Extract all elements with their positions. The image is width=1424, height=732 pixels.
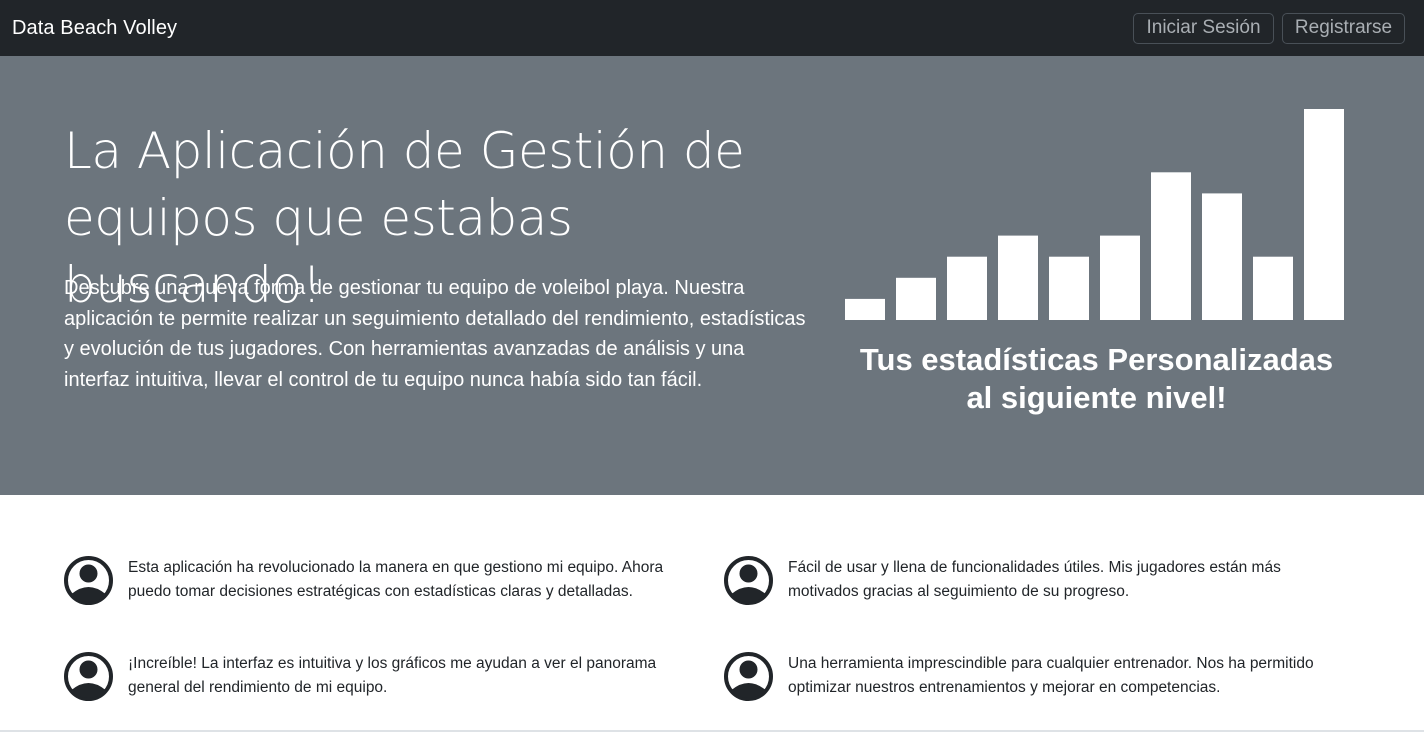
register-button[interactable]: Registrarse bbox=[1282, 12, 1405, 44]
user-avatar-icon bbox=[64, 556, 113, 605]
user-avatar-icon bbox=[64, 652, 113, 701]
stats-bar-chart bbox=[845, 108, 1345, 320]
testimonial-text: Esta aplicación ha revolucionado la mane… bbox=[128, 559, 664, 600]
user-avatar-icon bbox=[724, 652, 773, 701]
testimonials-section: Esta aplicación ha revolucionado la mane… bbox=[0, 495, 1424, 732]
testimonial-text: ¡Increíble! La interfaz es intuitiva y l… bbox=[128, 655, 657, 696]
chart-bar bbox=[1049, 256, 1089, 320]
chart-bar bbox=[1151, 172, 1191, 320]
chart-bar bbox=[1202, 193, 1242, 320]
brand-logo-text[interactable]: Data Beach Volley bbox=[12, 17, 177, 40]
testimonial-text: Fácil de usar y llena de funcionalidades… bbox=[788, 559, 1281, 600]
hero-section: La Aplicación de Gestión de equipos que … bbox=[0, 56, 1424, 495]
testimonial-text: Una herramienta imprescindible para cual… bbox=[788, 655, 1314, 696]
chart-bar bbox=[947, 256, 987, 320]
chart-bar bbox=[896, 277, 936, 320]
testimonial-card: Fácil de usar y llena de funcionalidades… bbox=[724, 556, 1353, 605]
chart-caption: Tus estadísticas Personalizadas al sigui… bbox=[859, 342, 1334, 415]
testimonial-card: ¡Increíble! La interfaz es intuitiva y l… bbox=[64, 652, 693, 701]
testimonial-card: Una herramienta imprescindible para cual… bbox=[724, 652, 1353, 701]
login-button[interactable]: Iniciar Sesión bbox=[1133, 12, 1274, 44]
user-avatar-icon bbox=[724, 556, 773, 605]
chart-bar bbox=[1100, 235, 1140, 320]
hero-description: Descubre una nueva forma de gestionar tu… bbox=[64, 277, 806, 391]
chart-bar bbox=[998, 235, 1038, 320]
auth-buttons: Iniciar Sesión Registrarse bbox=[1133, 12, 1405, 44]
chart-bar bbox=[1253, 256, 1293, 320]
top-navbar: Data Beach Volley Iniciar Sesión Registr… bbox=[0, 0, 1424, 56]
testimonial-card: Esta aplicación ha revolucionado la mane… bbox=[64, 556, 693, 605]
stats-bar-chart-svg bbox=[845, 109, 1344, 320]
chart-bar bbox=[845, 298, 885, 320]
chart-bar bbox=[1304, 109, 1344, 320]
